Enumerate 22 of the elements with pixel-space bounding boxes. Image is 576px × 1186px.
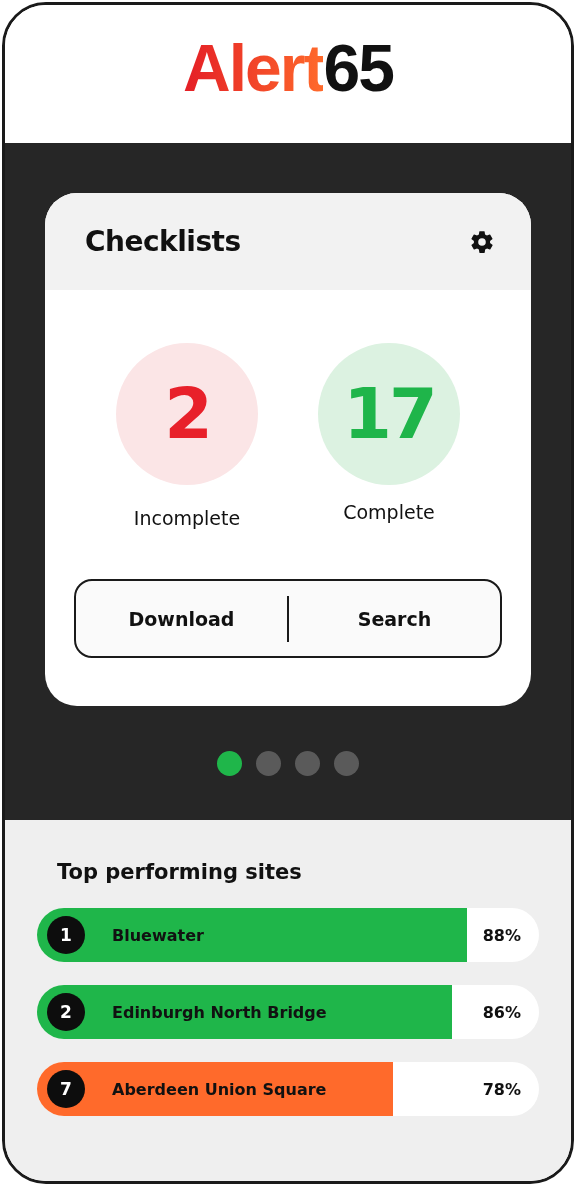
page-dot[interactable] [256, 751, 281, 776]
site-bar[interactable]: 2 Edinburgh North Bridge 86% [37, 985, 539, 1039]
action-button[interactable]: Download [76, 581, 287, 656]
site-bar[interactable]: 1 Bluewater 88% [37, 908, 539, 962]
stat-label: Incomplete [133, 507, 241, 529]
site-name: Aberdeen Union Square [112, 1079, 328, 1099]
site-name: Edinburgh North Bridge [112, 1002, 328, 1022]
page-dot[interactable] [334, 751, 359, 776]
site-percent: 78% [482, 1079, 521, 1099]
page-dot[interactable] [295, 751, 320, 776]
page-dot[interactable] [217, 751, 242, 776]
section-title: Top performing sites [57, 860, 303, 884]
site-name: Bluewater [112, 925, 205, 945]
stat-circle: 17 [318, 343, 460, 485]
settings-icon[interactable] [469, 228, 495, 255]
stat-circle: 2 [116, 343, 258, 485]
site-percent: 86% [482, 1002, 521, 1022]
stat-label: Complete [343, 501, 435, 523]
card-title: Checklists [85, 225, 241, 258]
action-button[interactable]: Search [289, 581, 500, 656]
site-percent: 88% [482, 925, 521, 945]
site-bar[interactable]: 7 Aberdeen Union Square 78% [37, 1062, 539, 1116]
